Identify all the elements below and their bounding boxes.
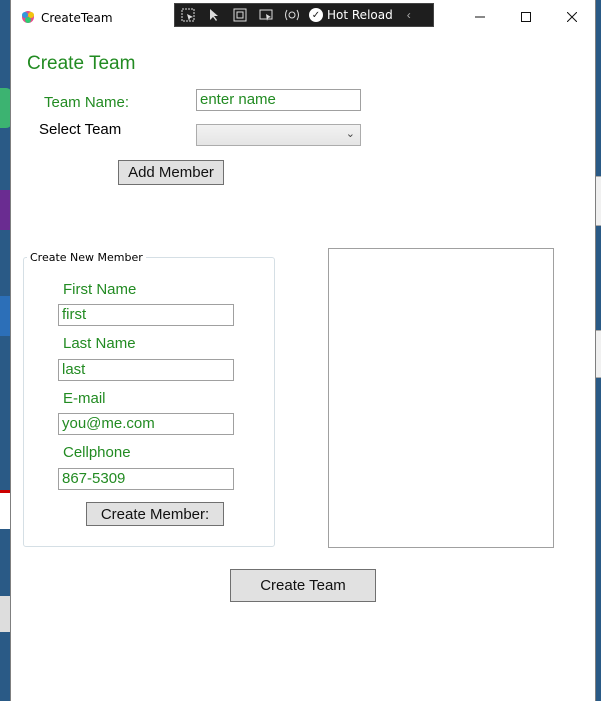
page-title: Create Team bbox=[27, 53, 136, 74]
hot-reload-label: Hot Reload bbox=[327, 8, 393, 22]
last-name-input[interactable]: last bbox=[58, 359, 234, 381]
add-member-button[interactable]: Add Member bbox=[118, 160, 224, 185]
close-icon bbox=[567, 12, 577, 22]
close-button[interactable] bbox=[549, 0, 595, 34]
minimize-icon bbox=[475, 16, 485, 18]
pointer-icon bbox=[210, 9, 218, 21]
chevron-left-icon[interactable]: ‹ bbox=[407, 8, 411, 22]
window-title: CreateTeam bbox=[41, 11, 113, 25]
team-name-label: Team Name: bbox=[44, 94, 130, 111]
cellphone-label: Cellphone bbox=[63, 444, 131, 461]
chevron-down-icon: ⌄ bbox=[345, 128, 355, 140]
group-title: Create New Member bbox=[27, 251, 146, 264]
create-team-window: CreateTeam Create Team Team Name: enter … bbox=[10, 0, 596, 701]
binding-failures-button[interactable] bbox=[279, 4, 305, 26]
email-input[interactable]: you@me.com bbox=[58, 413, 234, 435]
binding-failures-icon bbox=[285, 9, 299, 21]
create-team-button[interactable]: Create Team bbox=[230, 569, 376, 602]
first-name-input[interactable]: first bbox=[58, 304, 234, 326]
select-team-label: Select Team bbox=[39, 121, 122, 138]
cellphone-input[interactable]: 867-5309 bbox=[58, 468, 234, 490]
team-select-dropdown[interactable]: ⌄ bbox=[196, 124, 361, 146]
team-name-input[interactable]: enter name bbox=[196, 89, 361, 111]
last-name-label: Last Name bbox=[63, 335, 136, 352]
pointer-button[interactable] bbox=[201, 4, 227, 26]
email-label: E-mail bbox=[63, 390, 106, 407]
hot-reload-indicator[interactable]: ✓ Hot Reload bbox=[309, 8, 393, 22]
first-name-label: First Name bbox=[63, 281, 137, 298]
minimize-button[interactable] bbox=[457, 0, 503, 34]
select-element-button[interactable] bbox=[175, 4, 201, 26]
app-icon bbox=[22, 11, 34, 23]
select-element-icon bbox=[181, 8, 195, 22]
layout-adorner-icon bbox=[233, 8, 247, 22]
track-focus-icon bbox=[259, 9, 273, 21]
layout-adorner-button[interactable] bbox=[227, 4, 253, 26]
track-focus-button[interactable] bbox=[253, 4, 279, 26]
maximize-button[interactable] bbox=[503, 0, 549, 34]
debug-toolbar: ✓ Hot Reload ‹ bbox=[174, 3, 434, 27]
maximize-icon bbox=[521, 12, 531, 22]
members-listbox[interactable] bbox=[328, 248, 554, 548]
create-member-button[interactable]: Create Member: bbox=[86, 502, 224, 526]
check-circle-icon: ✓ bbox=[309, 8, 323, 22]
